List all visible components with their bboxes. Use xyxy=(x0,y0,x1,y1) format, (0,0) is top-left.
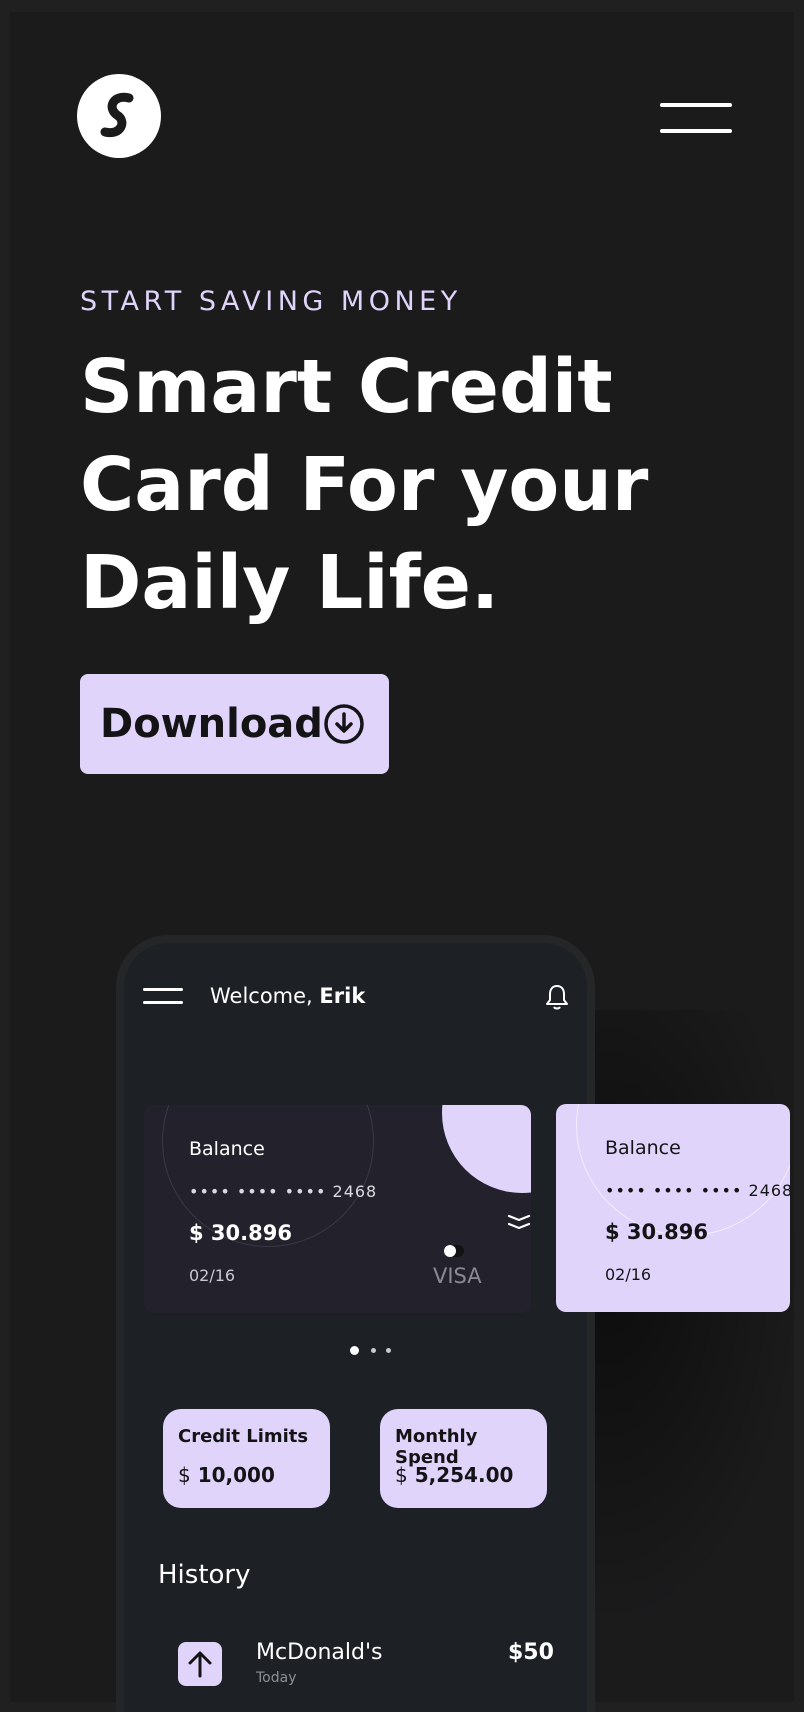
phone-shadow xyxy=(560,1010,804,1630)
history-item-icon xyxy=(178,1642,222,1686)
bell-icon[interactable] xyxy=(544,983,570,1011)
credit-limits-tile[interactable]: Credit Limits $ 10,000 xyxy=(163,1409,330,1508)
tile-amount: 5,254.00 xyxy=(414,1463,514,1487)
card-last4: 2468 xyxy=(332,1182,378,1201)
card-last4: 2468 xyxy=(748,1181,790,1200)
card-number: •••• •••• •••• 2468 xyxy=(605,1181,790,1200)
hamburger-menu-icon[interactable] xyxy=(660,103,732,135)
card-number-mask: •••• •••• •••• xyxy=(605,1181,743,1200)
double-chevron-icon[interactable] xyxy=(506,1212,532,1232)
tile-value: $ 10,000 xyxy=(178,1463,275,1487)
tile-label: Monthly Spend xyxy=(395,1426,478,1468)
phone-mockup xyxy=(116,935,595,1712)
card-number-mask: •••• •••• •••• xyxy=(189,1182,327,1201)
welcome-text: Welcome, Erik xyxy=(210,984,365,1008)
headline-line: Card For your xyxy=(80,442,649,528)
headline-line: Daily Life. xyxy=(80,540,500,626)
balance-card-light[interactable] xyxy=(556,1104,790,1312)
history-title: History xyxy=(158,1560,251,1590)
tile-currency: $ xyxy=(178,1463,191,1487)
card-amount: $ 30.896 xyxy=(605,1220,708,1244)
card-expiry: 02/16 xyxy=(605,1265,652,1284)
card-brand: VISA xyxy=(433,1264,482,1288)
card-decoration xyxy=(576,1104,790,1236)
history-item-date: Today xyxy=(256,1670,297,1686)
hero-headline: Smart Credit Card For your Daily Life. xyxy=(80,338,720,632)
monthly-spend-tile[interactable]: Monthly Spend $ 5,254.00 xyxy=(380,1409,547,1508)
eyebrow-text: START SAVING MONEY xyxy=(80,286,462,317)
carousel-dot[interactable] xyxy=(386,1348,391,1353)
arrow-up-icon xyxy=(188,1651,212,1678)
card-expiry: 02/16 xyxy=(189,1266,236,1285)
carousel-dot[interactable] xyxy=(371,1348,376,1353)
history-item-amount: $50 xyxy=(508,1640,554,1665)
welcome-prefix: Welcome, xyxy=(210,984,320,1008)
brand-logo-icon[interactable] xyxy=(77,74,161,158)
tile-value: $ 5,254.00 xyxy=(395,1463,513,1487)
card-toggle[interactable] xyxy=(444,1245,464,1257)
tile-currency: $ xyxy=(395,1463,408,1487)
download-label: Download xyxy=(100,701,323,747)
tile-label: Credit Limits xyxy=(178,1426,309,1447)
history-item-name[interactable]: McDonald's xyxy=(256,1640,383,1665)
headline-line: Smart Credit xyxy=(80,344,613,430)
tile-amount: 10,000 xyxy=(197,1463,275,1487)
card-number: •••• •••• •••• 2468 xyxy=(189,1182,377,1201)
card-balance-label: Balance xyxy=(189,1138,265,1160)
app-menu-icon[interactable] xyxy=(143,988,183,1006)
user-name: Erik xyxy=(319,984,366,1008)
download-circle-icon xyxy=(324,704,364,744)
card-amount: $ 30.896 xyxy=(189,1221,292,1245)
card-decoration xyxy=(442,1105,531,1193)
carousel-dot-active[interactable] xyxy=(350,1346,359,1355)
card-balance-label: Balance xyxy=(605,1137,681,1159)
